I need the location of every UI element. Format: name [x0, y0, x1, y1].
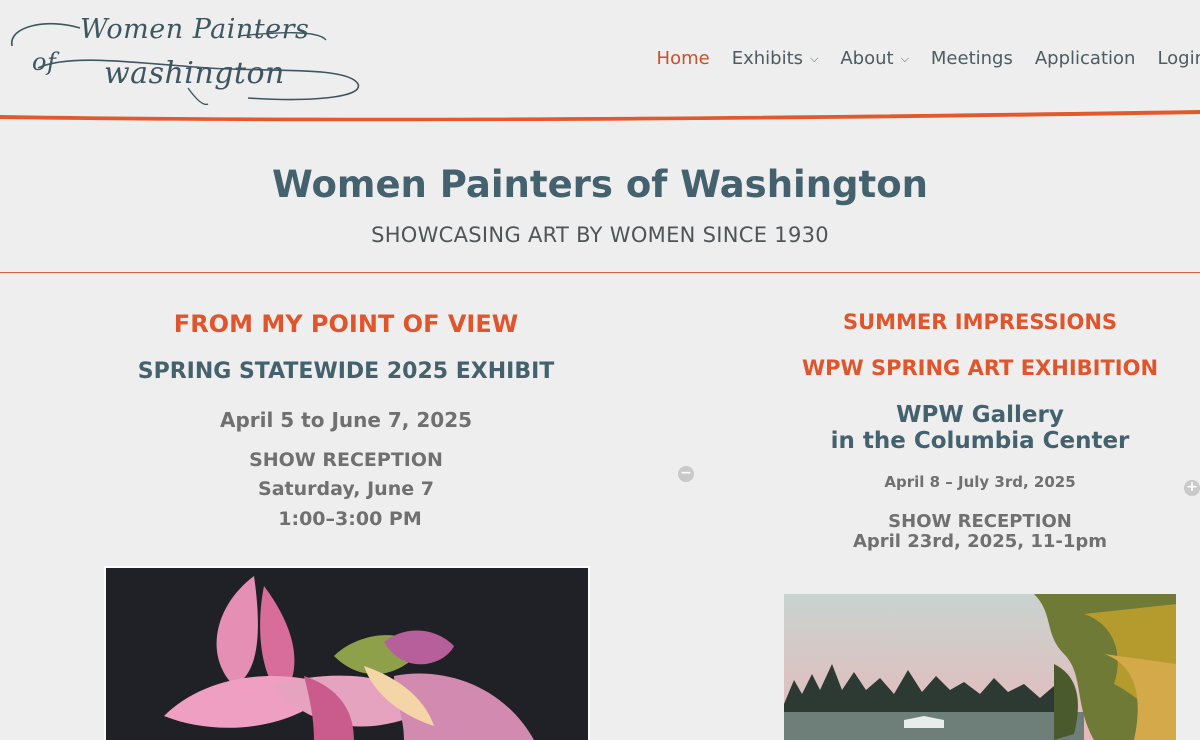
nav-exhibits[interactable]: Exhibits ⌵	[732, 48, 819, 69]
site-header: Women Painters of washington Home Exhibi…	[0, 0, 1200, 122]
nav-home-label: Home	[656, 48, 710, 69]
header-accent-line	[0, 110, 1200, 122]
site-logo[interactable]: Women Painters of washington	[8, 6, 368, 116]
flower-painting-image	[104, 566, 590, 740]
nav-meetings-label: Meetings	[930, 48, 1013, 69]
chevron-down-icon: ⌵	[900, 51, 909, 65]
right-venue-line1: WPW Gallery	[896, 402, 1064, 428]
nav-meetings[interactable]: Meetings	[931, 48, 1013, 69]
left-reception-label: SHOW RECEPTION	[249, 449, 443, 471]
right-exhibit-name: WPW SPRING ART EXHIBITION	[801, 356, 1159, 380]
nav-login-label: Login	[1157, 48, 1200, 69]
left-exhibit-theme: FROM MY POINT OF VIEW	[173, 310, 519, 338]
logo-text-washington: washington	[104, 56, 285, 91]
nav-about[interactable]: About ⌵	[840, 48, 909, 69]
section-divider	[0, 272, 1200, 273]
nav-exhibits-label: Exhibits	[731, 48, 803, 69]
left-exhibit-dates: April 5 to June 7, 2025	[219, 408, 473, 432]
right-exhibit-theme: SUMMER IMPRESSIONS	[842, 310, 1118, 334]
right-exhibit-dates: April 8 – July 3rd, 2025	[884, 473, 1076, 491]
logo-text-of: of	[32, 48, 57, 76]
right-exhibit-artwork[interactable]	[784, 594, 1176, 740]
right-reception-time: April 23rd, 2025, 11-1pm	[852, 531, 1108, 552]
nav-home[interactable]: Home	[657, 48, 710, 69]
plus-circle-icon[interactable]: +	[1184, 480, 1200, 496]
left-reception-day: Saturday, June 7	[258, 478, 434, 500]
page-title: Women Painters of Washington	[271, 163, 928, 206]
landscape-painting-image	[784, 594, 1176, 740]
chevron-down-icon: ⌵	[810, 51, 819, 65]
right-venue-line2: in the Columbia Center	[830, 428, 1130, 454]
left-exhibit-artwork[interactable]	[104, 566, 590, 740]
nav-about-label: About	[840, 48, 894, 69]
right-reception-label: SHOW RECEPTION	[888, 511, 1072, 532]
main-nav: Home Exhibits ⌵ About ⌵ Meetings Applica…	[635, 48, 1200, 69]
left-reception-time: 1:00–3:00 PM	[278, 508, 422, 530]
nav-application-label: Application	[1034, 48, 1136, 69]
nav-application[interactable]: Application	[1035, 48, 1136, 69]
logo-text-women-painters: Women Painters	[80, 14, 310, 45]
nav-login[interactable]: Login	[1157, 48, 1200, 69]
page-subtitle: SHOWCASING ART BY WOMEN SINCE 1930	[371, 223, 829, 247]
minus-circle-icon[interactable]: −	[678, 466, 694, 482]
left-exhibit-name: SPRING STATEWIDE 2025 EXHIBIT	[137, 359, 555, 384]
